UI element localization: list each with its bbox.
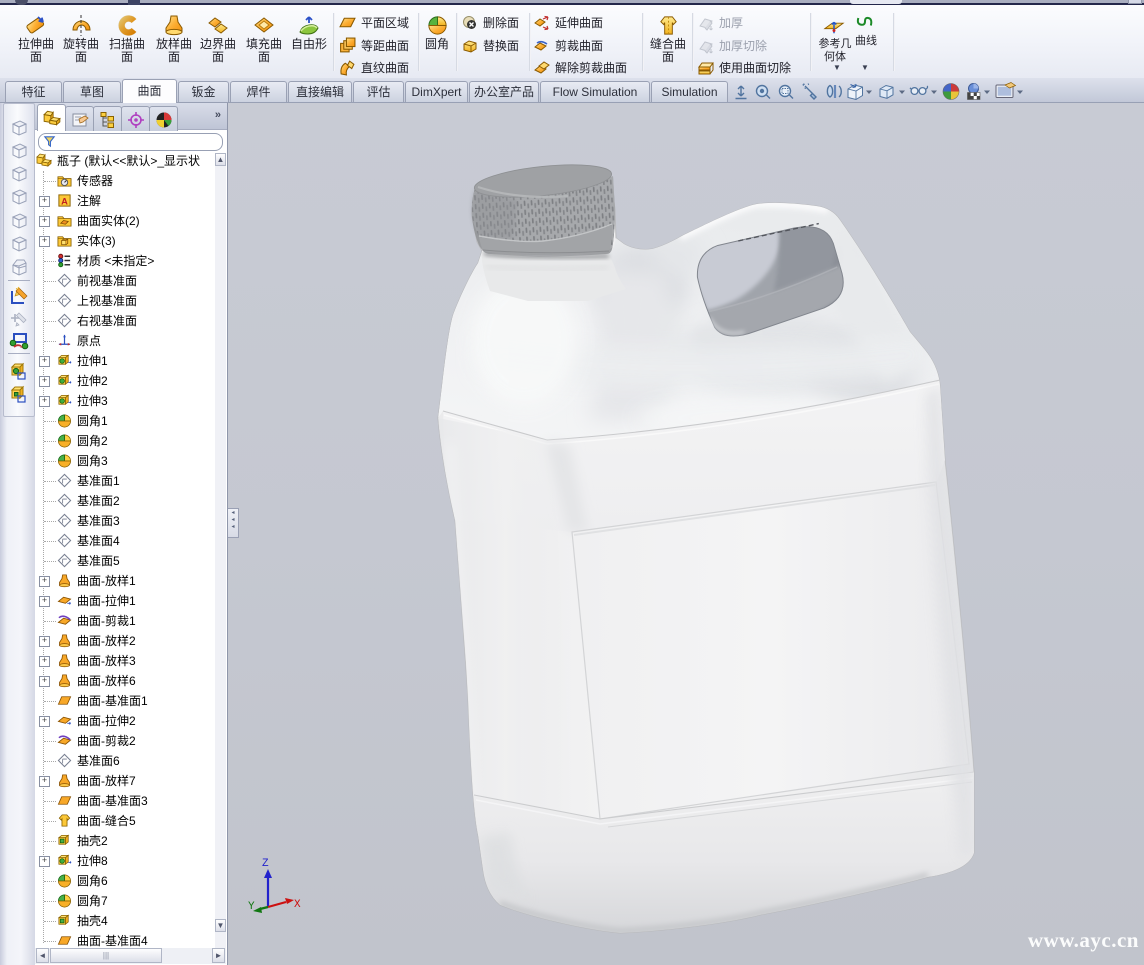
svg-text:Z: Z	[262, 858, 269, 870]
svg-text:X: X	[294, 899, 301, 911]
svg-text:Y: Y	[248, 901, 255, 913]
